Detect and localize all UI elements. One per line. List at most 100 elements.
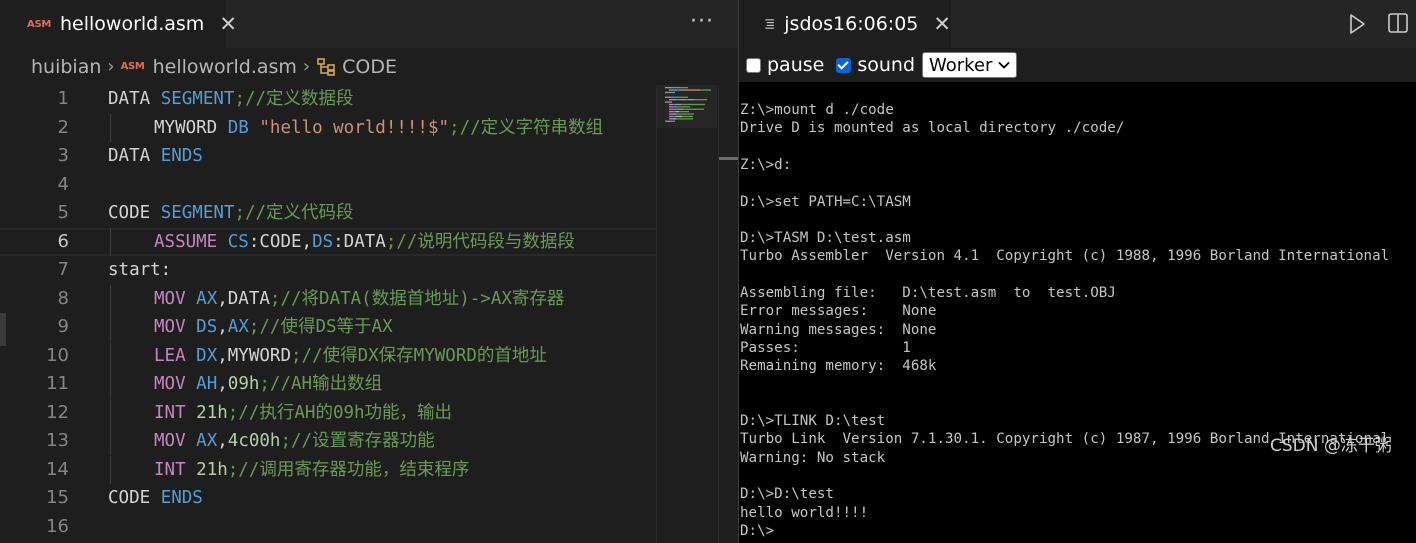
line-number: 5 [57,202,69,223]
code-line[interactable]: 10 LEA DX,MYWORD;//使得DX保存MYWORD的首地址 [0,341,656,370]
code-token: AX [196,431,218,451]
code-token: ;//执行AH的09h功能，输出 [227,402,453,423]
split-editor-icon[interactable] [1387,12,1409,34]
chevron-down-icon [998,61,1011,69]
tab-jsdos[interactable]: jsdos16:06:05 ✕ [739,0,951,48]
scrollbar-thumb[interactable] [719,157,739,160]
vertical-scrollbar[interactable] [718,85,739,543]
code-token: :DATA [333,231,386,252]
code-token: DATA [108,89,161,109]
indent-guide [110,113,111,142]
worker-select-value: Worker [929,54,993,76]
code-token: INT [154,402,197,423]
code-token: ;//定义数据段 [234,89,354,109]
code-line[interactable]: 2 MYWORD DB "hello world!!!!$";//定义字符串数组 [0,113,656,142]
code-line[interactable]: 5 CODE SEGMENT;//定义代码段 [0,199,656,227]
code-text: MOV DS,AX;//使得DS等于AX [154,313,393,341]
terminal-line: hello world!!!! [740,504,869,521]
code-editor[interactable]: 1 DATA SEGMENT;//定义数据段 2 MYWORD DB "hello w… [0,85,656,543]
code-token: CODE [108,203,161,223]
code-token: CODE [108,488,161,508]
code-text: DATA SEGMENT;//定义数据段 [108,85,354,113]
code-token: start: [108,260,172,280]
line-number: 8 [57,287,69,309]
code-line[interactable]: 11 MOV AH,09h;//AH输出数组 [0,370,656,398]
asm-file-icon: ASM [27,18,51,30]
dos-terminal[interactable]: Z:\>mount d ./code Drive D is mounted as … [739,82,1416,543]
code-text: MOV AH,09h;//AH输出数组 [154,370,382,398]
preview-tab-bar: jsdos16:06:05 ✕ [739,0,1416,48]
line-number: 1 [57,88,69,109]
code-line[interactable]: 6 ASSUME CS:CODE,DS:DATA;//说明代码段与数据段 [0,227,656,256]
terminal-line: Warning: No stack [740,449,886,466]
tab-helloworld-asm[interactable]: ASM helloworld.asm ✕ [0,0,237,48]
code-line[interactable]: 14 INT 21h;//调用寄存器功能，结束程序 [0,455,656,484]
sound-label: sound [857,54,916,76]
code-line[interactable]: 3 DATA ENDS [0,142,656,170]
code-line[interactable]: 8 MOV AX,DATA;//将DATA(数据首地址)->AX寄存器 [0,284,656,313]
pause-checkbox[interactable] [746,57,761,73]
code-text: start: [108,256,171,284]
minimap-slider[interactable] [657,85,717,128]
jsdos-panel: jsdos16:06:05 ✕ pause sound Worker Z:\>m… [738,0,1416,543]
indent-guide [110,227,111,256]
pause-label: pause [767,54,825,76]
code-token: , [217,431,228,451]
more-actions-button[interactable]: ··· [690,9,714,34]
close-icon[interactable]: ✕ [219,12,237,36]
code-token: SEGMENT [160,89,235,109]
jsdos-controls: pause sound Worker [739,48,1416,82]
indent-guide [110,370,111,398]
code-token: AH [196,374,218,394]
code-line[interactable]: 12 INT 21h;//执行AH的09h功能，输出 [0,398,656,427]
breadcrumb-folder[interactable]: huibian [31,56,101,78]
code-line[interactable]: 16 [0,513,656,541]
terminal-line: D:\>TLINK D:\test [740,413,886,430]
run-icon[interactable] [1348,13,1366,35]
terminal-line: D:\>D:\test [740,486,834,503]
breadcrumb-file[interactable]: helloworld.asm [153,56,297,78]
code-token: 09h [227,374,260,394]
preview-icon [765,19,774,29]
close-icon[interactable]: ✕ [933,12,951,36]
line-number: 16 [46,515,69,537]
code-token: ;//使得DX保存MYWORD的首地址 [291,345,547,366]
code-token: ;//定义字符串数组 [449,117,604,138]
code-token: DB [227,117,249,138]
line-number: 12 [46,401,69,423]
code-line[interactable]: 7 start: [0,256,656,284]
code-token: ;//将DATA(数据首地址)->AX寄存器 [269,288,565,309]
code-line[interactable]: 15 CODE ENDS [0,484,656,512]
minimap[interactable] [656,85,717,543]
terminal-line: Z:\>d: [740,156,792,173]
code-token: INT [154,459,197,480]
code-line[interactable]: 13 MOV AX,4c00h;//设置寄存器功能 [0,427,656,455]
sound-checkbox[interactable] [836,57,852,73]
terminal-line: Passes: 1 [740,339,911,356]
terminal-line: D:\>TASM D:\test.asm [740,230,911,247]
code-text: INT 21h;//执行AH的09h功能，输出 [154,399,452,427]
code-token: DX [196,345,218,366]
code-token: , [217,317,228,337]
terminal-line: Drive D is mounted as local directory ./… [740,120,1125,137]
code-token: DS [312,231,334,252]
code-token: ENDS [160,488,203,508]
code-line[interactable]: 4 [0,171,656,199]
line-number: 6 [57,230,69,252]
editor-tab-bar: ASM helloworld.asm ✕ ··· [0,0,738,48]
breadcrumb-symbol[interactable]: CODE [342,56,397,78]
line-number: 15 [46,487,69,508]
activity-bar-edge [0,313,6,346]
code-text: INT 21h;//调用寄存器功能，结束程序 [154,456,469,484]
code-token: ;//设置寄存器功能 [280,431,435,451]
line-number: 9 [57,316,69,337]
code-token: , [217,374,228,394]
terminal-line: Turbo Assembler Version 4.1 Copyright (c… [740,248,1390,265]
watermark: CSDN @冻干粥 [1270,436,1392,456]
terminal-line: Warning messages: None [740,321,937,338]
code-line[interactable]: 1 DATA SEGMENT;//定义数据段 [0,85,656,113]
tab-title: jsdos16:06:05 [784,13,919,35]
indent-guide [110,284,111,313]
worker-select[interactable]: Worker [922,52,1018,78]
code-line[interactable]: 9 MOV DS,AX;//使得DS等于AX [0,313,656,341]
